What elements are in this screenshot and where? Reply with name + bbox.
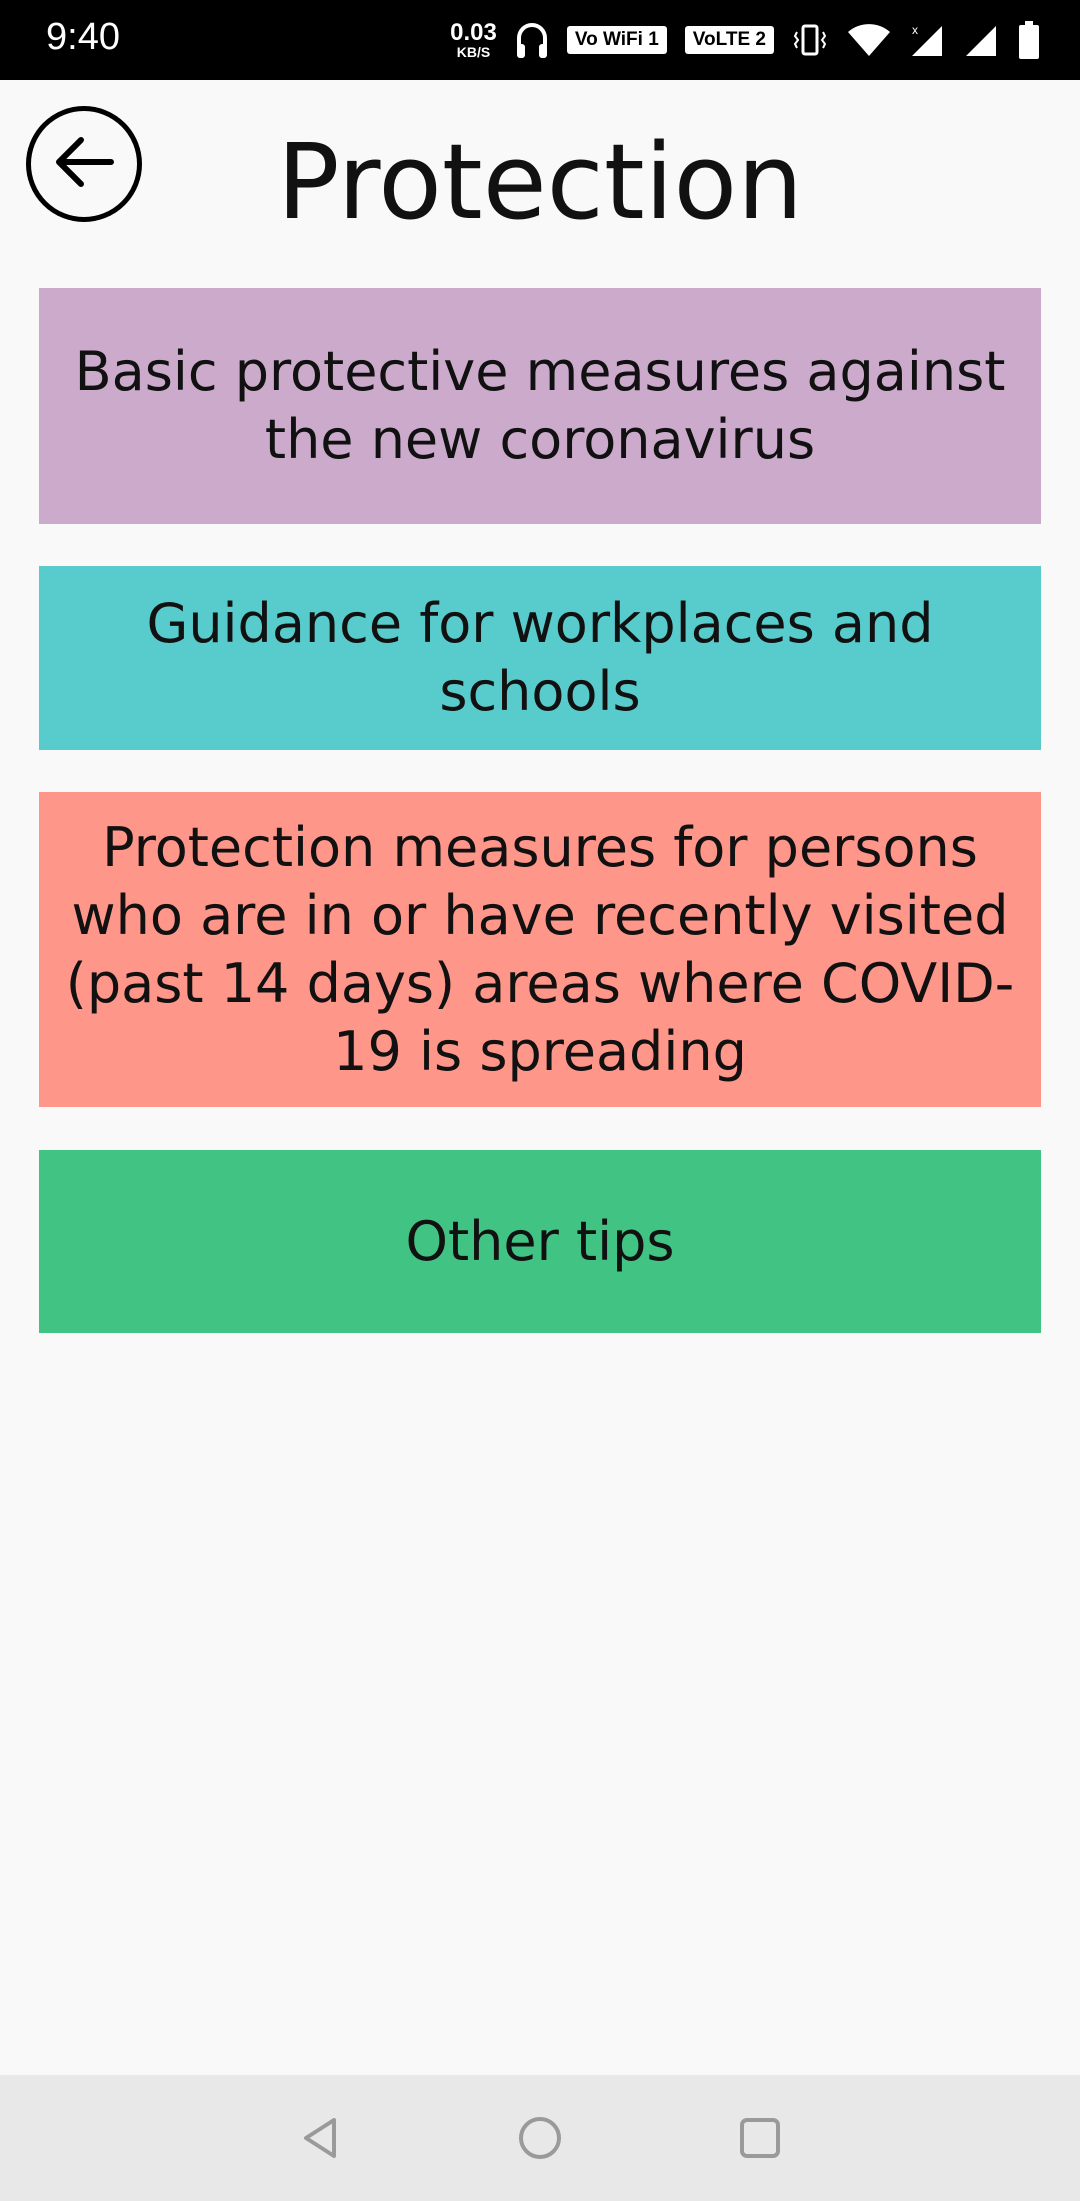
header: Protection bbox=[0, 80, 1080, 280]
status-time: 9:40 bbox=[46, 16, 120, 58]
topic-label: Other tips bbox=[405, 1209, 675, 1273]
wifi-calling-badge: Vo WiFi 1 bbox=[566, 26, 667, 54]
topic-label: Guidance for workplaces and schools bbox=[146, 592, 934, 723]
status-icons: 0.03 KB/S Vo WiFi 1 VoLTE 2 x bbox=[450, 14, 1040, 66]
vibrate-icon bbox=[792, 22, 828, 58]
svg-text:x: x bbox=[912, 23, 918, 37]
headphones-icon bbox=[515, 20, 549, 60]
topic-label: Protection measures for persons who are … bbox=[65, 815, 1015, 1083]
square-recents-icon bbox=[740, 2118, 780, 2158]
topic-workplaces-schools-button[interactable]: Guidance for workplaces and schools bbox=[39, 566, 1041, 750]
battery-icon bbox=[1018, 21, 1040, 59]
volte-badge: VoLTE 2 bbox=[684, 26, 774, 54]
signal-sim2-icon bbox=[964, 22, 1000, 58]
status-bar: 9:40 0.03 KB/S Vo WiFi 1 VoLTE 2 x bbox=[0, 0, 1080, 80]
topic-other-tips-button[interactable]: Other tips bbox=[39, 1150, 1041, 1333]
topic-basic-protective-measures-button[interactable]: Basic protective measures against the ne… bbox=[39, 288, 1041, 524]
system-navigation-bar bbox=[0, 2075, 1080, 2201]
topic-travelers-protection-button[interactable]: Protection measures for persons who are … bbox=[39, 792, 1041, 1107]
signal-sim1-icon: x bbox=[910, 22, 946, 58]
network-speed-value: 0.03 bbox=[450, 19, 497, 46]
circle-home-icon bbox=[519, 2117, 561, 2159]
network-speed: 0.03 KB/S bbox=[450, 19, 497, 60]
nav-back-button[interactable] bbox=[285, 2103, 355, 2173]
nav-home-button[interactable] bbox=[505, 2103, 575, 2173]
nav-recents-button[interactable] bbox=[725, 2103, 795, 2173]
network-speed-unit: KB/S bbox=[456, 44, 491, 60]
wifi-icon bbox=[846, 22, 892, 58]
page-title: Protection bbox=[276, 121, 804, 243]
triangle-back-icon bbox=[304, 2118, 336, 2158]
topic-label: Basic protective measures against the ne… bbox=[74, 340, 1006, 471]
